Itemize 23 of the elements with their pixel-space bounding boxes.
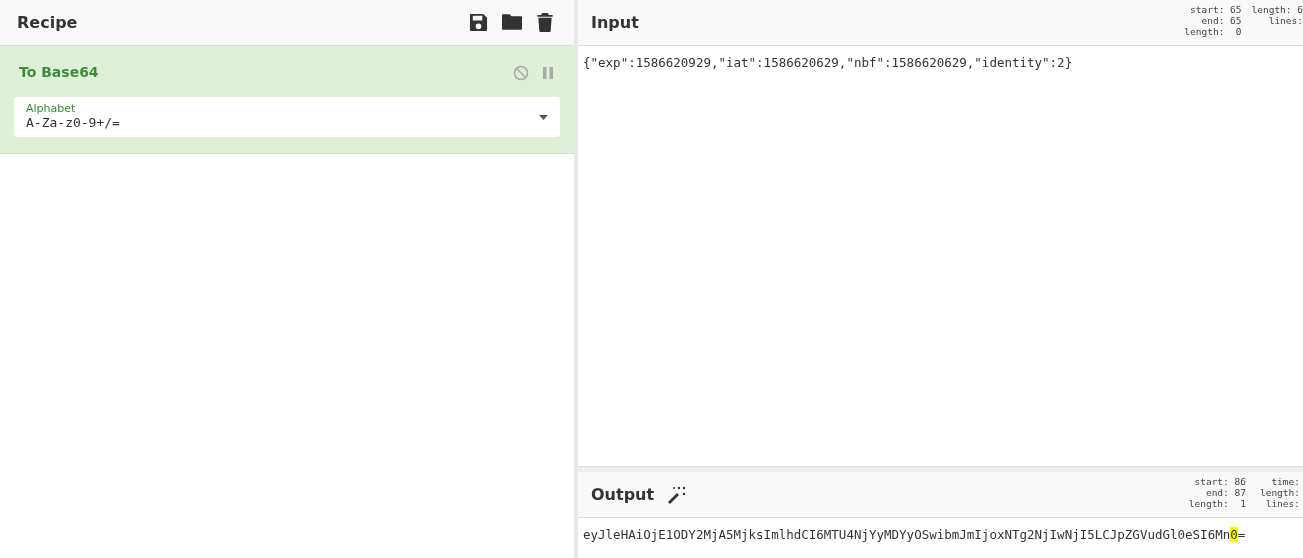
stat-text: length: 1 xyxy=(1188,498,1246,509)
output-text: eyJleHAiOjE1ODY2MjA5MjksImlhdCI6MTU4NjYyMDYyOSwibmJmIjoxNTg2NjIwNjI5LCJpZGVudGl0eSI6Mn0= xyxy=(582,526,1247,544)
stat-text: length: 6 xyxy=(1251,4,1303,15)
operation-title: To Base64 xyxy=(19,63,100,82)
panel-title: Output xyxy=(591,483,655,506)
stat-text: start: 65 xyxy=(1190,4,1242,15)
magic-wand-icon[interactable] xyxy=(666,484,687,505)
panel-title: Input xyxy=(591,11,640,34)
stat-text: lines: xyxy=(1265,498,1300,509)
stat-text: length: 0 xyxy=(1184,26,1242,37)
stat-text: time: xyxy=(1271,476,1300,487)
folder-icon[interactable] xyxy=(502,13,523,31)
caret-icon xyxy=(539,114,548,120)
input-field[interactable]: {"exp":1586620929,"iat":1586620629,"nbf":1586620629,"identity":2} xyxy=(578,46,1303,466)
alphabet-dropdown[interactable]: Alphabet A-Za-z0-9+/= xyxy=(14,97,560,137)
panel-title: Recipe xyxy=(17,11,79,34)
stat-text: start: 86 xyxy=(1194,476,1246,487)
stat-text: length: xyxy=(1259,487,1300,498)
stat-text: end: 65 xyxy=(1201,15,1242,26)
save-icon[interactable] xyxy=(469,13,488,32)
stat-text: lines: xyxy=(1268,15,1303,26)
stat-text: end: 87 xyxy=(1205,487,1246,498)
trash-icon[interactable] xyxy=(537,13,553,32)
